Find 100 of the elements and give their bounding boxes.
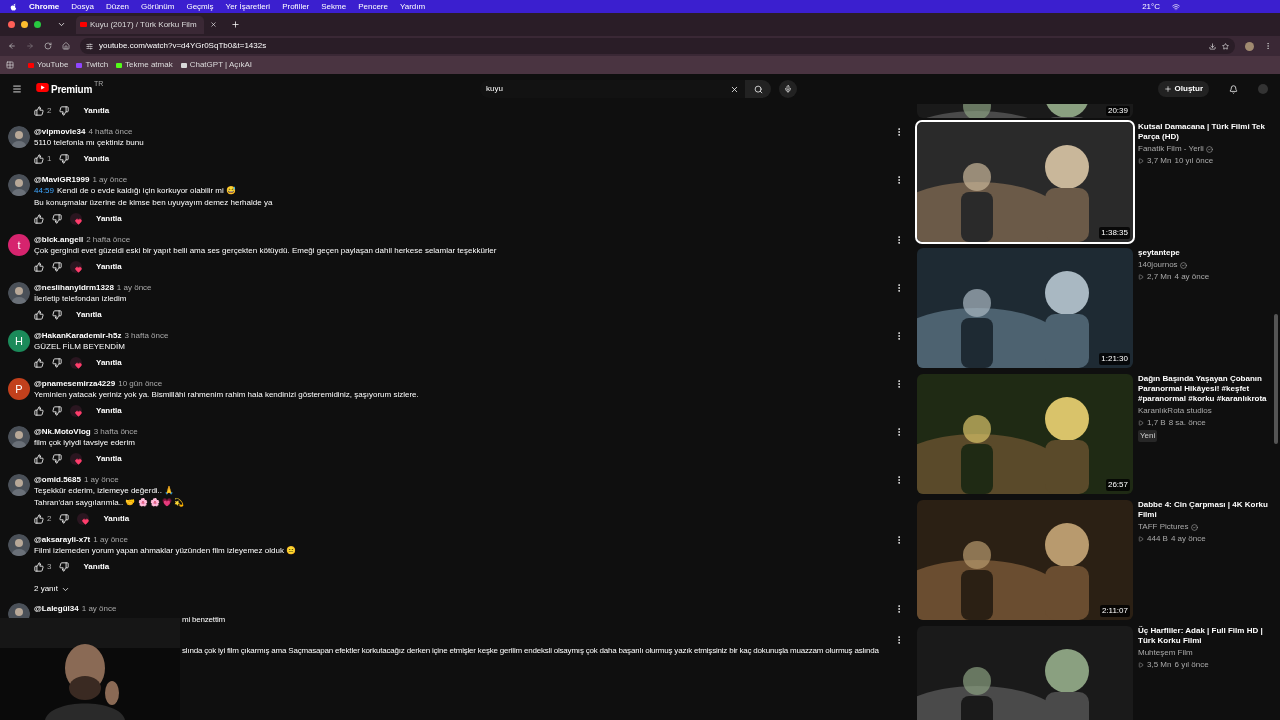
tab-search-icon[interactable] [57,20,66,29]
like-icon[interactable] [34,154,44,164]
profile-avatar[interactable] [1245,41,1254,51]
like-icon[interactable] [34,358,44,368]
like-icon[interactable] [34,406,44,416]
bookmark[interactable]: YouTube [28,59,69,71]
like-icon[interactable] [34,310,44,320]
address-field[interactable]: youtube.com/watch?v=d4YGr0SqTb0&t=1432s [80,38,1235,54]
comment-author[interactable]: @HakanKarademir-h5z [34,329,122,342]
comment-author[interactable]: @omid.5685 [34,473,81,486]
menu-item[interactable]: Geçmiş [186,0,214,13]
menu-item[interactable]: Sekme [321,0,347,13]
scrollbar-thumb[interactable] [1274,314,1278,444]
dislike-icon[interactable] [52,454,62,464]
reply-button[interactable]: Yanıtla [83,561,110,573]
comment-author[interactable]: @aksarayli-x7t [34,533,91,546]
reply-button[interactable]: Yanıtla [96,357,122,369]
weather-reading[interactable]: 21°C [1142,0,1160,13]
notifications-icon[interactable] [1229,84,1238,94]
comment-author[interactable]: @pnamesemirza4229 [34,377,116,390]
comment-text: İlerletip telefondan izledim [34,293,127,305]
chrome-menu-icon[interactable] [1264,42,1272,50]
comment-author[interactable]: @neslihanyldrm1328 [34,281,114,294]
dislike-icon[interactable] [52,310,62,320]
apple-icon[interactable] [10,2,17,11]
comment-time: 10 gün önce [118,377,163,390]
dislike-icon[interactable] [59,154,70,164]
channel-name[interactable]: KaranlıkRota studios [1138,405,1212,417]
dislike-icon[interactable] [52,262,62,272]
close-window-button[interactable] [8,21,15,28]
zoom-window-button[interactable] [34,21,41,28]
like-icon[interactable] [34,562,44,572]
reply-button[interactable]: Yanıtla [96,213,122,225]
bookmark-star-icon[interactable] [1222,42,1229,50]
comment-time: 1 ay önce [116,281,152,294]
app-menu[interactable]: Chrome [29,0,60,13]
comment-author[interactable]: @vipmovie34 [34,125,86,138]
reply-button[interactable]: Yanıtla [96,453,122,465]
like-icon[interactable] [34,262,44,272]
install-icon[interactable] [1209,42,1216,50]
channel-name[interactable]: TAFF Pictures [1138,521,1189,533]
channel-name[interactable]: Fanatik Film - Yerli [1138,143,1204,155]
menu-icon[interactable] [12,84,22,94]
bookmark[interactable]: Twitch [76,59,109,71]
play-icon [1138,662,1144,668]
comment-author[interactable]: @blck.angell [34,233,84,246]
channel-name[interactable]: 140journos [1138,259,1178,271]
like-icon[interactable] [34,514,44,524]
menu-item[interactable]: Yer İşaretleri [225,0,271,13]
browser-tab[interactable]: Kuyu (2017) / Türk Korku Film [76,15,204,34]
like-icon[interactable] [34,454,44,464]
video-title[interactable]: Kutsal Damacana | Türk Filmi Tek Parça (HD) [1138,122,1272,142]
comment-author[interactable]: @Nk.MotoVlog [34,425,91,438]
search-icon[interactable] [753,84,763,94]
like-icon[interactable] [34,214,44,224]
reply-button[interactable]: Yanıtla [96,261,122,273]
reply-button[interactable]: Yanıtla [83,153,110,165]
close-tab-icon[interactable] [210,21,217,28]
reply-button[interactable]: Yanıtla [76,309,102,321]
dislike-icon[interactable] [52,214,62,224]
menu-item[interactable]: Yardım [400,0,426,13]
menu-item[interactable]: Düzen [105,0,130,13]
dislike-icon[interactable] [52,406,62,416]
wifi-icon[interactable] [1172,2,1180,11]
reply-button[interactable]: Yanıtla [96,405,122,417]
reply-button[interactable]: Yanıtla [83,105,110,117]
video-title[interactable]: Dabbe 4: Cin Çarpması | 4K Korku Filmi [1138,500,1272,520]
create-button[interactable]: Oluştur [1157,81,1209,97]
menu-item[interactable]: Profiller [282,0,310,13]
back-icon[interactable] [8,42,16,50]
timestamp-link[interactable]: 44:59 [34,185,55,197]
microphone-icon[interactable] [784,85,792,93]
like-icon[interactable] [34,106,44,116]
replies-toggle[interactable]: 2 yanıt [34,583,70,595]
dislike-icon[interactable] [59,514,70,524]
menu-item[interactable]: Görünüm [141,0,175,13]
menu-item[interactable]: Pencere [358,0,388,13]
youtube-logo-icon[interactable] [36,82,49,92]
comment-time: 1 ay önce [93,533,128,546]
dislike-icon[interactable] [52,358,62,368]
new-tab-icon[interactable] [231,20,240,29]
comment-author[interactable]: @MaviGR1999 [34,173,90,186]
reload-icon[interactable] [44,42,52,50]
reply-button[interactable]: Yanıtla [103,513,130,525]
comment-author[interactable]: @Lalegül34 [34,602,79,615]
video-duration: 20:39 [1105,106,1130,116]
dislike-icon[interactable] [59,106,70,116]
home-icon[interactable] [62,42,70,50]
site-settings-icon[interactable] [86,42,93,50]
dislike-icon[interactable] [59,562,70,572]
minimize-window-button[interactable] [21,21,28,28]
video-title[interactable]: şeytantepe [1138,248,1272,258]
apps-icon[interactable] [6,61,14,69]
clear-icon[interactable] [730,84,739,94]
bookmark[interactable]: Tekme atmak [116,59,173,71]
video-title[interactable]: Üç Harfliler: Adak | Full Film HD | Türk Korku Filmi [1138,626,1272,646]
menu-item[interactable]: Dosya [71,0,94,13]
logo-text[interactable]: Premium [51,81,93,97]
video-title[interactable]: Dağın Başında Yaşayan Çobanın Paranormal Hikâyesi! #keşfet #paranormal #korku #karanlıkrota [1138,374,1272,404]
channel-name[interactable]: Muhteşem Film [1138,647,1193,659]
